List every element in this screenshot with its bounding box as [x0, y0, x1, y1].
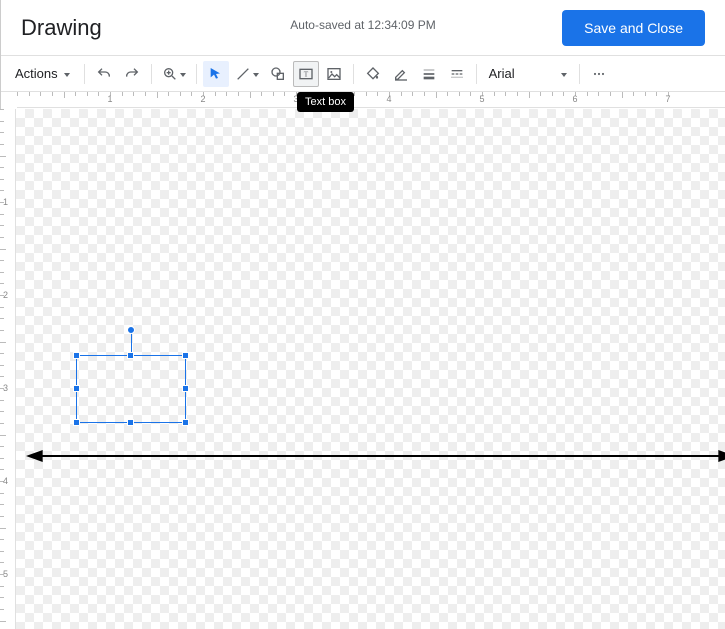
vertical-ruler: 12345 — [0, 109, 16, 629]
resize-handle-n[interactable] — [127, 352, 134, 359]
more-icon — [591, 66, 607, 82]
chevron-down-icon — [64, 66, 70, 81]
save-and-close-button[interactable]: Save and Close — [562, 10, 705, 46]
page-title: Drawing — [21, 15, 102, 41]
chevron-down-icon — [180, 66, 186, 81]
svg-text:T: T — [303, 69, 308, 78]
line-tool[interactable] — [231, 61, 263, 87]
textbox-icon: T — [298, 66, 314, 82]
separator — [353, 64, 354, 84]
rotation-connector — [131, 332, 132, 352]
image-tool[interactable] — [321, 61, 347, 87]
separator — [476, 64, 477, 84]
select-icon — [208, 66, 224, 82]
more-button[interactable] — [586, 61, 612, 87]
select-tool[interactable] — [203, 61, 229, 87]
border-dash-button[interactable] — [444, 61, 470, 87]
canvas[interactable] — [16, 109, 725, 629]
zoom-button[interactable] — [158, 61, 190, 87]
toolbar: Actions T Arial — [1, 56, 725, 92]
textbox-tool[interactable]: T — [293, 61, 319, 87]
zoom-icon — [162, 66, 178, 82]
fill-color-button[interactable] — [360, 61, 386, 87]
separator — [151, 64, 152, 84]
font-selector[interactable]: Arial — [483, 61, 573, 87]
redo-icon — [124, 66, 140, 82]
resize-handle-e[interactable] — [182, 385, 189, 392]
tooltip: Text box — [297, 92, 354, 112]
selected-textbox[interactable] — [76, 355, 186, 423]
actions-label: Actions — [15, 66, 58, 81]
line-icon — [235, 66, 251, 82]
resize-handle-s[interactable] — [127, 419, 134, 426]
resize-handle-nw[interactable] — [73, 352, 80, 359]
border-weight-button[interactable] — [416, 61, 442, 87]
resize-handle-w[interactable] — [73, 385, 80, 392]
chevron-down-icon — [253, 66, 259, 81]
drawing-surface[interactable] — [16, 109, 725, 629]
separator — [196, 64, 197, 84]
fill-icon — [365, 66, 381, 82]
border-weight-icon — [421, 66, 437, 82]
border-color-icon — [393, 66, 409, 82]
redo-button[interactable] — [119, 61, 145, 87]
undo-button[interactable] — [91, 61, 117, 87]
separator — [84, 64, 85, 84]
horizontal-ruler: 1234567 — [17, 92, 725, 108]
actions-menu[interactable]: Actions — [7, 61, 78, 87]
double-arrow-line[interactable] — [26, 449, 725, 463]
rotation-handle[interactable] — [127, 326, 135, 334]
image-icon — [326, 66, 342, 82]
autosave-status: Auto-saved at 12:34:09 PM — [290, 18, 435, 32]
header: Drawing Auto-saved at 12:34:09 PM Save a… — [1, 0, 725, 56]
resize-handle-se[interactable] — [182, 419, 189, 426]
font-name-label: Arial — [489, 66, 555, 81]
resize-handle-ne[interactable] — [182, 352, 189, 359]
chevron-down-icon — [561, 66, 567, 81]
undo-icon — [96, 66, 112, 82]
border-color-button[interactable] — [388, 61, 414, 87]
shape-icon — [270, 66, 286, 82]
border-dash-icon — [449, 66, 465, 82]
resize-handle-sw[interactable] — [73, 419, 80, 426]
shape-tool[interactable] — [265, 61, 291, 87]
separator — [579, 64, 580, 84]
